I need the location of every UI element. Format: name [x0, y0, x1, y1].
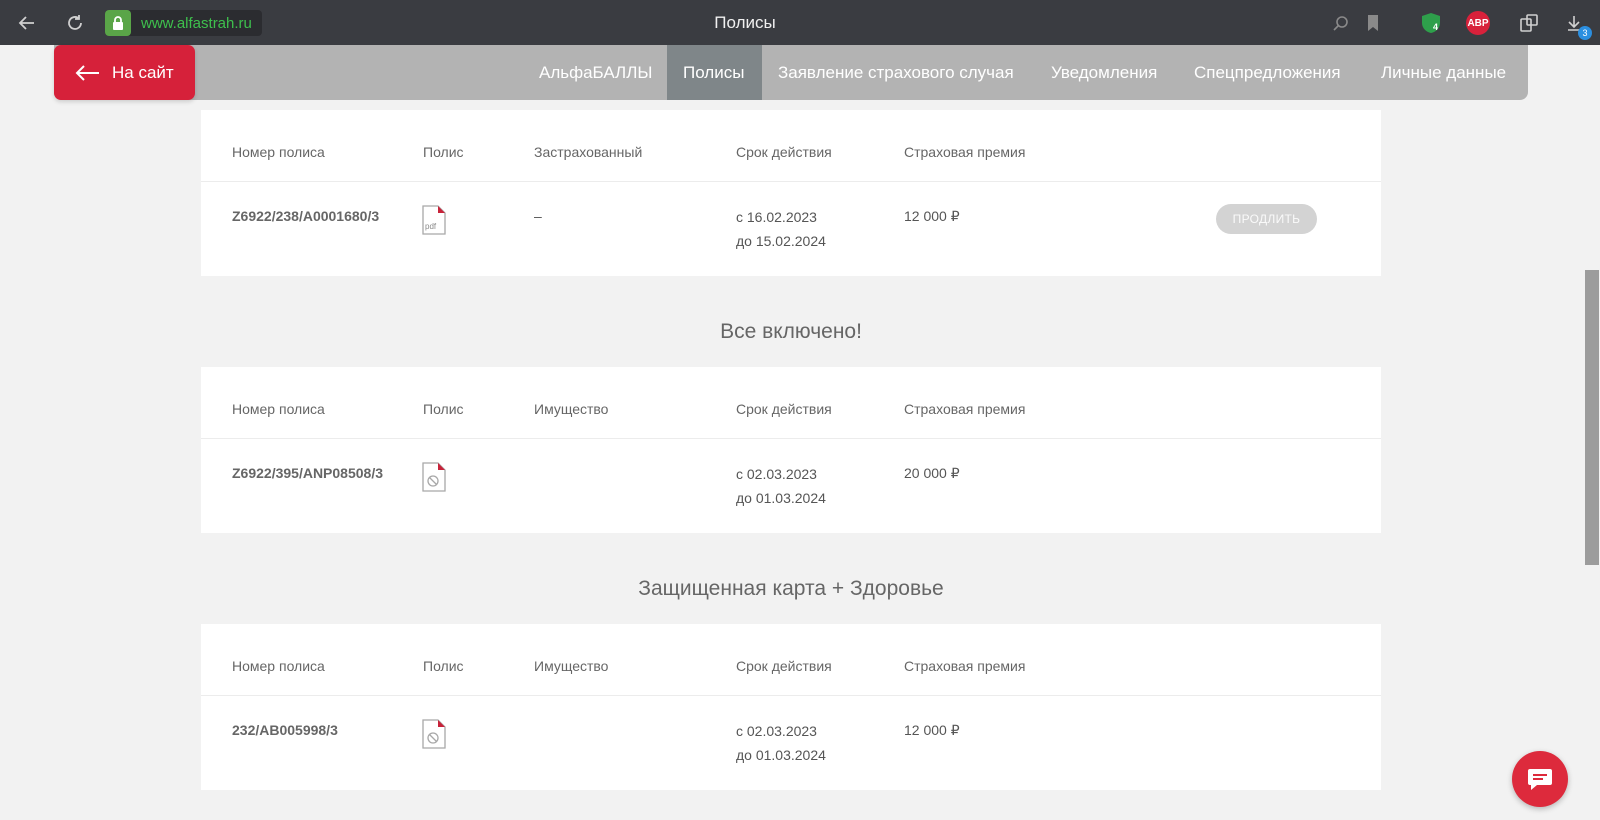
policy-number: Z6922/395/ANP08508/3 [232, 465, 383, 481]
pdf-label: pdf [425, 222, 437, 231]
header-property: Имущество [534, 401, 609, 417]
address-bar[interactable]: www.alfastrah.ru [105, 10, 262, 36]
pdf-icon[interactable]: pdf [422, 205, 446, 235]
site-nav: АльфаБАЛЛЫ Полисы Заявление страхового с… [54, 45, 1528, 100]
shield-extension-icon[interactable]: 4 [1417, 0, 1445, 45]
policy-number: Z6922/238/A0001680/3 [232, 208, 380, 224]
header-period: Срок действия [736, 658, 832, 674]
arrow-left-icon [75, 64, 99, 81]
nav-policies[interactable]: Полисы [667, 45, 762, 100]
search-page-icon[interactable] [1328, 0, 1354, 45]
document-unavailable-icon [422, 719, 446, 749]
header-premium: Страховая премия [904, 658, 1026, 674]
premium-value: 20 000 ₽ [904, 465, 960, 481]
header-policy-number: Номер полиса [232, 658, 325, 674]
chat-button[interactable] [1512, 751, 1568, 807]
date-from: с 02.03.2023 [736, 723, 817, 739]
section-title: Защищенная карта + Здоровье [638, 577, 944, 600]
chat-icon [1528, 769, 1552, 790]
header-period: Срок действия [736, 144, 832, 160]
nav-alfaballs[interactable]: АльфаБАЛЛЫ [523, 45, 668, 100]
bookmark-icon[interactable] [1360, 0, 1386, 45]
header-property: Имущество [534, 658, 609, 674]
header-policy: Полис [423, 658, 464, 674]
header-policy: Полис [423, 144, 464, 160]
policy-number: 232/AB005998/3 [232, 722, 338, 738]
date-to: до 01.03.2024 [736, 747, 826, 763]
downloads-count: 3 [1578, 26, 1592, 40]
policy-table-header: Номер полиса Полис Имущество Срок действ… [201, 624, 1381, 696]
policy-table-header: Номер полиса Полис Имущество Срок действ… [201, 367, 1381, 439]
reload-icon[interactable] [60, 0, 90, 45]
header-period: Срок действия [736, 401, 832, 417]
section-title: Все включено! [720, 320, 862, 343]
back-arrow-icon[interactable] [12, 0, 42, 45]
policy-dates: с 02.03.2023 до 01.03.2024 [736, 462, 826, 510]
shield-count: 4 [1433, 22, 1439, 32]
policy-card: Номер полиса Полис Застрахованный Срок д… [201, 110, 1381, 276]
premium-value: 12 000 ₽ [904, 208, 960, 224]
scrollbar-thumb[interactable] [1585, 270, 1599, 565]
header-premium: Страховая премия [904, 401, 1026, 417]
header-premium: Страховая премия [904, 144, 1026, 160]
date-to: до 15.02.2024 [736, 233, 826, 249]
url-text: www.alfastrah.ru [141, 14, 252, 32]
header-policy-number: Номер полиса [232, 144, 325, 160]
back-to-site-button[interactable]: На сайт [54, 45, 195, 100]
date-from: с 16.02.2023 [736, 209, 817, 225]
policy-dates: с 16.02.2023 до 15.02.2024 [736, 205, 826, 253]
nav-notifications[interactable]: Уведомления [1035, 45, 1173, 100]
document-unavailable-icon [422, 462, 446, 492]
insured-value: – [534, 208, 542, 224]
policy-dates: с 02.03.2023 до 01.03.2024 [736, 719, 826, 767]
date-from: с 02.03.2023 [736, 466, 817, 482]
premium-value: 12 000 ₽ [904, 722, 960, 738]
policy-table-header: Номер полиса Полис Застрахованный Срок д… [201, 110, 1381, 182]
renew-button[interactable]: ПРОДЛИТЬ [1216, 204, 1317, 234]
header-policy: Полис [423, 401, 464, 417]
policy-card: Номер полиса Полис Имущество Срок действ… [201, 367, 1381, 533]
browser-toolbar: www.alfastrah.ru Полисы 4 ABP 3 [0, 0, 1600, 45]
extensions-icon[interactable] [1515, 0, 1543, 45]
adblock-extension-icon[interactable]: ABP [1466, 11, 1490, 35]
nav-offers[interactable]: Спецпредложения [1178, 45, 1357, 100]
nav-claim[interactable]: Заявление страхового случая [762, 45, 1030, 100]
header-policy-number: Номер полиса [232, 401, 325, 417]
back-to-site-label: На сайт [112, 62, 174, 82]
header-insured: Застрахованный [534, 144, 643, 160]
policy-card: Номер полиса Полис Имущество Срок действ… [201, 624, 1381, 790]
nav-personal-data[interactable]: Личные данные [1365, 45, 1522, 100]
date-to: до 01.03.2024 [736, 490, 826, 506]
lock-icon [105, 10, 131, 36]
